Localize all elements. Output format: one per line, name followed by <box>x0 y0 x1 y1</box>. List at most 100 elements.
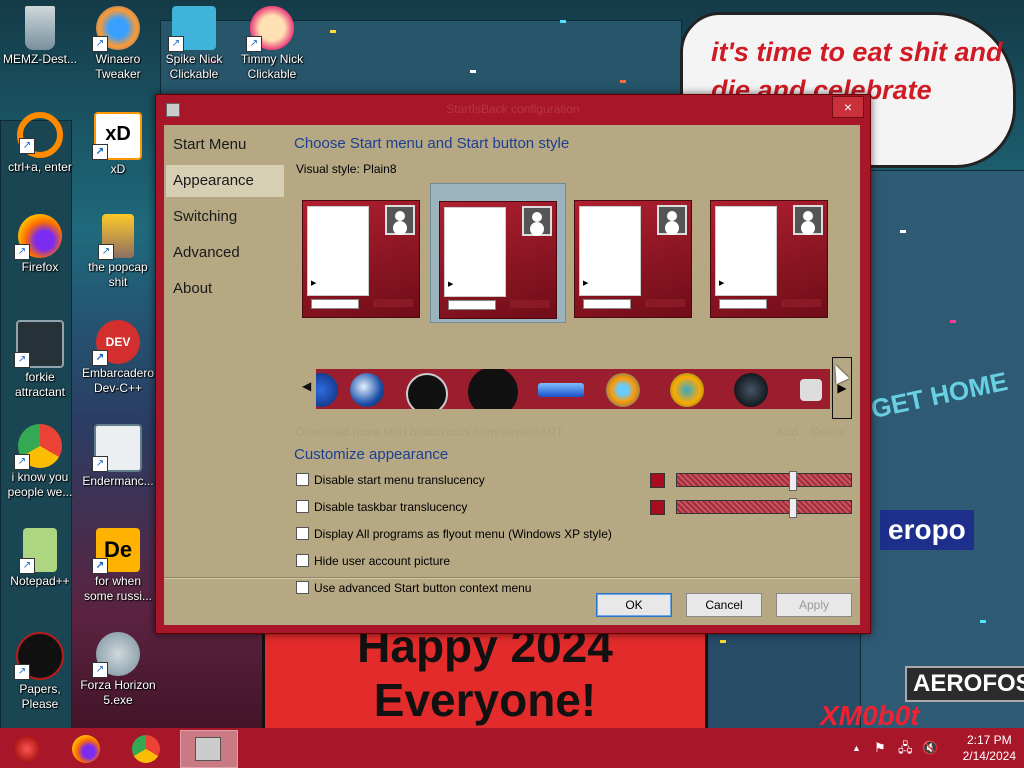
start-orb-strip <box>316 369 830 409</box>
desktop-icon-spike[interactable]: ↗ Spike Nick Clickable <box>156 6 232 82</box>
nav-item-about[interactable]: About <box>166 273 284 305</box>
desktop-icon-russi[interactable]: De ↗ for when some russi... <box>80 528 156 604</box>
orb-windows8-icon[interactable] <box>800 379 822 401</box>
apply-button[interactable]: Apply <box>776 593 852 617</box>
orb-colorful-icon[interactable] <box>670 373 704 407</box>
taskbar-startisback-config[interactable] <box>180 730 238 768</box>
checkbox-box[interactable] <box>296 473 309 486</box>
orb-windows-blue-icon[interactable] <box>316 373 338 407</box>
desktop-icon-label: i know you people we... <box>7 470 73 499</box>
section-heading-style: Choose Start menu and Start button style <box>294 135 570 152</box>
timmy-icon: ↗ <box>246 6 294 52</box>
orb-winaero-icon[interactable] <box>606 373 640 407</box>
popcap-icon: ↗ <box>98 214 134 260</box>
nav-item-advanced[interactable]: Advanced <box>166 237 284 269</box>
desktop-icon-timmy[interactable]: ↗ Timmy Nick Clickable <box>234 6 310 82</box>
ring-icon: ↗ <box>17 112 63 158</box>
aerofos-sign: AEROFOS <box>905 666 1024 702</box>
style-thumb-2[interactable]: ▶ <box>430 183 566 323</box>
checkbox-box[interactable] <box>296 554 309 567</box>
button-separator <box>164 577 860 579</box>
menu-color-swatch[interactable] <box>650 473 665 488</box>
desktop-icon-label: forkie attractant <box>14 370 66 399</box>
style-thumb-4[interactable]: ▶ <box>702 183 836 321</box>
desktop-icon-papers[interactable]: ↗ Papers, Please <box>2 632 78 712</box>
recycle-bin-icon <box>25 6 55 50</box>
network-icon[interactable]: 🖧 <box>898 728 913 768</box>
nav-item-start-menu[interactable]: Start Menu <box>166 129 284 161</box>
orb-windows-dark-icon[interactable] <box>468 369 518 409</box>
close-button[interactable]: × <box>832 96 864 118</box>
desktop-icon-label: MEMZ-Dest... <box>3 52 77 66</box>
ok-button[interactable]: OK <box>596 593 672 617</box>
orb-windows-glass-icon[interactable] <box>734 373 768 407</box>
start-menu-preview: ▶ <box>710 200 828 318</box>
orb-windows7-icon[interactable] <box>350 373 384 407</box>
checkbox-box[interactable] <box>296 500 309 513</box>
checkbox-disable-menu-translucency[interactable]: Disable start menu translucency <box>296 471 485 489</box>
desktop-icon-xd[interactable]: xD ↗ xD <box>80 112 156 177</box>
desktop-icon-label: Embarcadero Dev-C++ <box>81 366 155 395</box>
checkbox-hide-account-picture[interactable]: Hide user account picture <box>296 552 450 570</box>
papers-please-icon: ↗ <box>14 632 64 680</box>
checkbox-label: Disable start menu translucency <box>314 473 485 487</box>
desktop-icon-label: Forza Horizon 5.exe <box>80 678 156 707</box>
checkbox-box[interactable] <box>296 581 309 594</box>
desktop-icon-chrome[interactable]: ↗ i know you people we... <box>2 424 78 500</box>
orb-scroll-left-button[interactable]: ◀ <box>302 379 311 393</box>
checkbox-flyout-all-programs[interactable]: Display All programs as flyout menu (Win… <box>296 525 612 543</box>
checkbox-disable-taskbar-translucency[interactable]: Disable taskbar translucency <box>296 498 467 516</box>
add-delete-links[interactable]: Add... Delete <box>777 425 846 439</box>
taskbar-firefox[interactable] <box>64 730 108 766</box>
start-button[interactable] <box>6 730 50 766</box>
clock[interactable]: 2:17 PM 2/14/2024 <box>963 732 1016 764</box>
desktop-icon-winaero[interactable]: ↗ Winaero Tweaker <box>80 6 156 82</box>
cancel-button[interactable]: Cancel <box>686 593 762 617</box>
desktop-icon-label: Endermanc... <box>82 474 154 488</box>
title-bar[interactable]: StartIsBack configuration × <box>156 95 870 123</box>
start-menu-preview: ▶ <box>574 200 692 318</box>
action-center-flag-icon[interactable]: ⚑ <box>874 728 886 768</box>
taskbar-translucency-slider[interactable] <box>676 498 852 518</box>
desktop-icon-memz[interactable]: MEMZ-Dest... <box>2 6 78 67</box>
menu-translucency-slider[interactable] <box>676 471 852 491</box>
style-thumb-3[interactable]: ▶ <box>566 183 700 321</box>
desktop-icon-forza[interactable]: ↗ Forza Horizon 5.exe <box>80 632 156 708</box>
config-window-icon <box>195 737 221 761</box>
volume-muted-icon[interactable]: 🔇 <box>922 728 938 768</box>
desktop-icon-ctrla[interactable]: ↗ ctrl+a, enter <box>2 112 78 175</box>
download-orbs-link[interactable]: Download more start button orbs from dev… <box>296 425 563 439</box>
chrome-icon: ↗ <box>14 424 62 470</box>
checkbox-label: Use advanced Start button context menu <box>314 581 532 595</box>
desktop-icon-popcap[interactable]: ↗ the popcap shit <box>80 214 156 290</box>
banner-line2: Everyone! <box>373 674 597 726</box>
desktop-icon-label: ctrl+a, enter <box>8 160 72 174</box>
slider-knob[interactable] <box>789 498 797 518</box>
desktop-icon-label: Timmy Nick Clickable <box>240 52 304 81</box>
desktop-icon-firefox[interactable]: ↗ Firefox <box>2 214 78 275</box>
window-app-icon: ↗ <box>92 424 142 472</box>
spike-icon: ↗ <box>168 6 216 52</box>
settings-monitor-icon: ↗ <box>14 320 64 368</box>
window-title: StartIsBack configuration <box>446 102 580 116</box>
nav-item-switching[interactable]: Switching <box>166 201 284 233</box>
tray-expand-button[interactable]: ▲ <box>852 728 861 768</box>
taskbar-color-swatch[interactable] <box>650 500 665 515</box>
taskbar-chrome[interactable] <box>124 730 168 766</box>
style-thumb-1[interactable]: ▶ <box>294 183 428 321</box>
checkbox-box[interactable] <box>296 527 309 540</box>
aero-sign: eropo <box>880 510 974 550</box>
checkbox-advanced-context-menu[interactable]: Use advanced Start button context menu <box>296 579 531 597</box>
desktop-icon-notepadpp[interactable]: ↗ Notepad++ <box>2 528 78 589</box>
desktop-icon-enderman[interactable]: ↗ Endermanc... <box>80 424 156 489</box>
slider-knob[interactable] <box>789 471 797 491</box>
desktop-icon-forkie[interactable]: ↗ forkie attractant <box>2 320 78 400</box>
orb-blue-bar-icon[interactable] <box>538 383 584 397</box>
user-avatar-icon <box>522 206 552 236</box>
de-icon: De ↗ <box>92 528 140 574</box>
desktop-icon-devcpp[interactable]: DEV ↗ Embarcadero Dev-C++ <box>80 320 156 396</box>
nav-item-appearance[interactable]: Appearance <box>166 165 284 197</box>
start-orb-icon <box>14 736 40 762</box>
orb-windows-black-icon[interactable] <box>406 373 448 409</box>
desktop-icon-label: Notepad++ <box>10 574 70 588</box>
